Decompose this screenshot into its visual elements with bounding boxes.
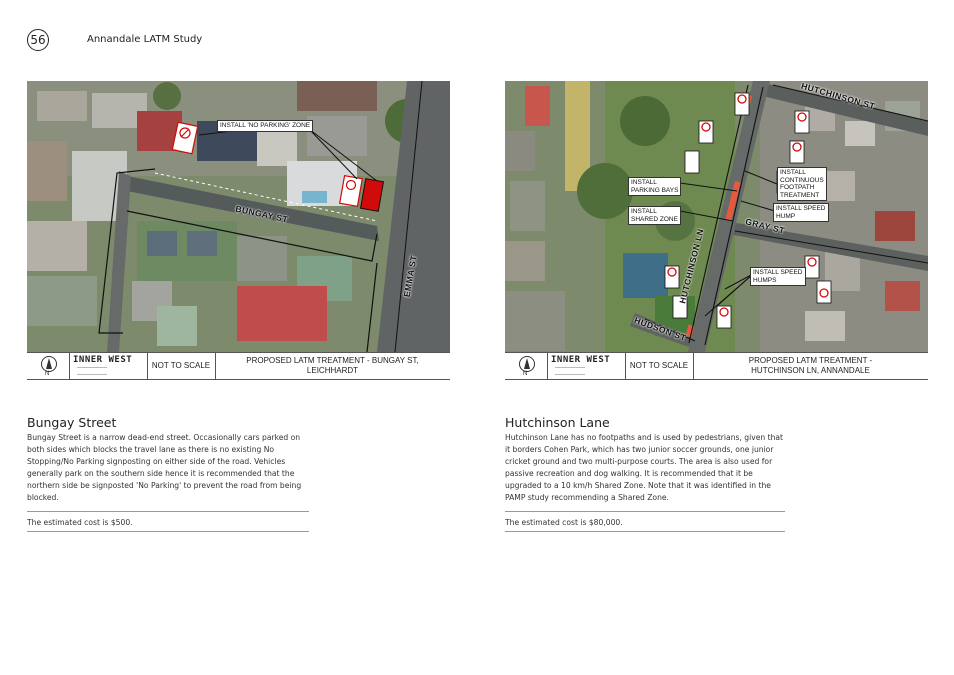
bungay-map-panel: INSTALL 'NO PARKING' ZONE BUNGAY ST EMMA… [27,81,450,380]
callout-speed-humps: INSTALL SPEED HUMPS [750,267,806,286]
logo-subline [555,367,585,375]
divider [27,531,309,532]
inner-west-logo: INNER WEST [547,353,626,379]
bungay-heading: Bungay Street [27,415,117,430]
hutchinson-cost: The estimated cost is $80,000. [505,518,623,527]
logo-text: INNER WEST [551,355,611,365]
bungay-map-legend: N INNER WEST NOT TO SCALE PROPOSED LATM … [27,352,450,380]
callout-shared-zone: INSTALL SHARED ZONE [628,206,681,225]
scale-note: NOT TO SCALE [625,353,694,379]
hutchinson-body: Hutchinson Lane has no footpaths and is … [505,433,784,502]
document-title: Annandale LATM Study [87,34,203,45]
bungay-section: Bungay Street Bungay Street is a narrow … [27,415,309,532]
north-cell: N [27,353,70,379]
north-cell: N [505,353,548,379]
map-title: PROPOSED LATM TREATMENT - BUNGAY ST, LEI… [246,356,419,375]
callout-speed-hump: INSTALL SPEED HUMP [773,203,829,222]
hutchinson-aerial-image [505,81,928,352]
hutchinson-map-panel: INSTALL PARKING BAYS INSTALL SHARED ZONE… [505,81,928,380]
divider [505,531,785,532]
logo-subline [77,367,107,375]
hutchinson-map-legend: N INNER WEST NOT TO SCALE PROPOSED LATM … [505,352,928,380]
north-arrow-icon [519,356,535,372]
map-title: PROPOSED LATM TREATMENT - HUTCHINSON LN,… [748,356,873,375]
hutchinson-aerial-map: INSTALL PARKING BAYS INSTALL SHARED ZONE… [505,81,928,352]
callout-parking-bays: INSTALL PARKING BAYS [628,177,682,196]
hutchinson-heading: Hutchinson Lane [505,415,610,430]
north-label: N [45,371,50,377]
inner-west-logo: INNER WEST [69,353,148,379]
bungay-cost: The estimated cost is $500. [27,518,133,527]
hutchinson-section: Hutchinson Lane Hutchinson Lane has no f… [505,415,785,532]
bungay-body: Bungay Street is a narrow dead-end stree… [27,433,302,502]
scale-note: NOT TO SCALE [147,353,216,379]
page-number: 56 [27,29,49,51]
north-label: N [523,371,528,377]
callout-continuous-footpath: INSTALL CONTINUOUS FOOTPATH TREATMENT [777,167,827,201]
north-arrow-icon [41,356,57,372]
callout-no-parking-zone: INSTALL 'NO PARKING' ZONE [217,120,314,132]
logo-text: INNER WEST [73,355,133,365]
bungay-aerial-map: INSTALL 'NO PARKING' ZONE BUNGAY ST EMMA… [27,81,450,352]
